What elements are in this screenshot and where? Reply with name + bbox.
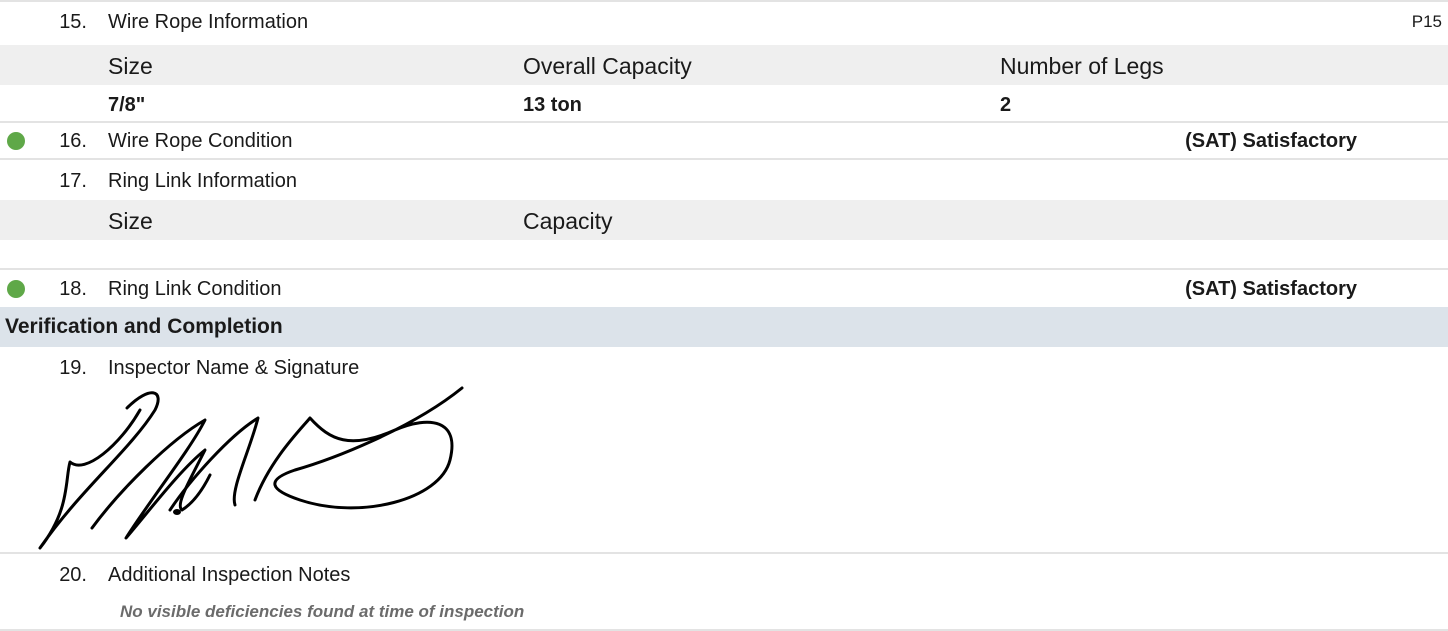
item-title: Wire Rope Condition [108, 130, 293, 152]
item-number: 19. [59, 357, 87, 379]
divider [0, 268, 1448, 270]
divider [0, 0, 1448, 2]
column-header-size: Size [108, 53, 153, 79]
item-title: Ring Link Information [108, 170, 297, 192]
table-header-row: Size Overall Capacity Number of Legs [0, 45, 1448, 85]
divider [0, 121, 1448, 123]
table-header-row: Size Capacity [0, 200, 1448, 240]
section-header: Verification and Completion [0, 307, 1448, 347]
status-result: (SAT) Satisfactory [1185, 130, 1357, 152]
item-number: 20. [59, 564, 87, 586]
item-number: 15. [59, 11, 87, 33]
item-title: Wire Rope Information [108, 11, 309, 33]
item-number: 18. [59, 278, 87, 300]
item-title: Inspector Name & Signature [108, 357, 360, 379]
column-header-capacity: Capacity [523, 208, 613, 234]
section-title: Verification and Completion [5, 315, 283, 338]
item-number: 16. [59, 130, 87, 152]
status-indicator-icon [7, 132, 25, 150]
column-header-size: Size [108, 208, 153, 234]
page-reference: P15 [1411, 12, 1442, 31]
divider [0, 158, 1448, 160]
item-title: Ring Link Condition [108, 278, 282, 300]
column-header-number-of-legs: Number of Legs [1000, 53, 1164, 79]
item-number: 17. [59, 170, 87, 192]
inspector-signature [38, 386, 464, 550]
divider [0, 552, 1448, 554]
value-number-of-legs: 2 [1000, 94, 1012, 116]
status-result: (SAT) Satisfactory [1185, 278, 1357, 300]
inspection-note: No visible deficiencies found at time of… [120, 602, 525, 621]
column-header-overall-capacity: Overall Capacity [523, 53, 692, 79]
value-size: 7/8" [108, 94, 146, 116]
status-indicator-icon [7, 280, 25, 298]
item-title: Additional Inspection Notes [108, 564, 351, 586]
value-overall-capacity: 13 ton [523, 94, 582, 116]
